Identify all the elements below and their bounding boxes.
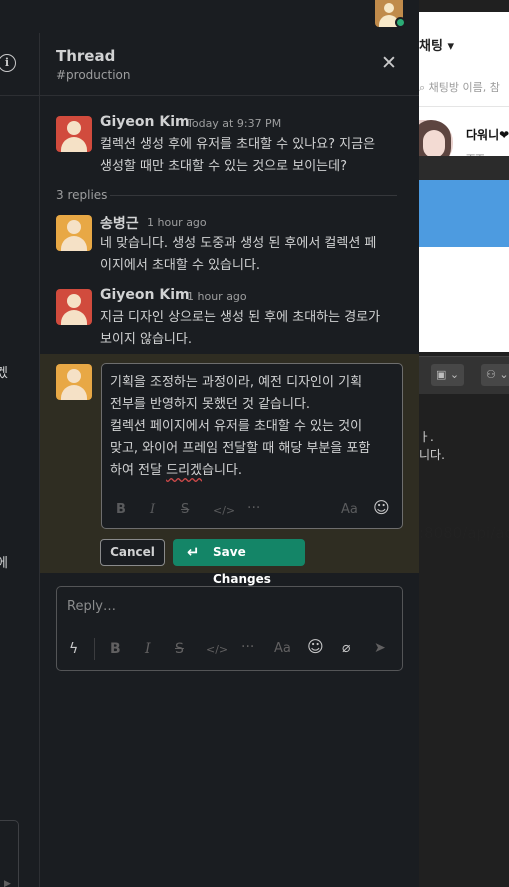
info-icon[interactable]: i (0, 54, 16, 72)
chat-name[interactable]: 다워니❤ (466, 126, 509, 143)
message-author[interactable]: Giyeon Kim (100, 114, 190, 130)
close-icon[interactable]: ✕ (378, 52, 400, 74)
message-text: 지금 디자인 상으로는 생성 된 후에 초대하는 경로가 보이지 않습니다. (100, 310, 381, 347)
replies-divider (110, 195, 397, 196)
attach-icon[interactable]: ⌀ (342, 640, 350, 656)
chat-list-divider (419, 106, 509, 107)
editor-toolbar: ▣ ⌄ ⚇ ⌄ (419, 356, 509, 394)
screen: { "left_pane": { "fragment_1": "겠", "fra… (0, 0, 509, 887)
italic-icon[interactable]: I (145, 641, 151, 657)
text-format-icon[interactable]: Aa (274, 641, 291, 657)
save-changes-label: Save Changes (213, 545, 271, 586)
emoji-icon[interactable]: ☺ (373, 500, 390, 516)
author-avatar[interactable] (56, 364, 92, 400)
cancel-button[interactable]: Cancel (100, 539, 165, 566)
message-text: 컬렉션 생성 후에 유저를 초대할 수 있나요? 지금은 생성할 때만 초대할 … (100, 137, 376, 174)
more-formatting-icon[interactable]: ··· (241, 639, 254, 655)
edit-message-text[interactable]: 기획을 조정하는 과정이라, 예전 디자인이 기획 전부를 반영하지 못했던 것… (110, 372, 394, 482)
presence-indicator (395, 17, 406, 28)
editor-text: 니다. (419, 448, 445, 462)
replies-count: 3 replies (56, 188, 108, 202)
left-pane: i 겠 에 ▶ (0, 33, 40, 887)
edit-message-area: 기획을 조정하는 과정이라, 예전 디자인이 기획 전부를 반영하지 못했던 것… (40, 354, 419, 586)
blue-banner (419, 180, 509, 247)
shortcuts-icon[interactable]: ϟ (69, 641, 78, 657)
message-timestamp[interactable]: Today at 9:37 PM (187, 117, 281, 130)
text-format-icon[interactable]: Aa (341, 502, 358, 518)
thread-title: Thread (56, 47, 116, 65)
reply-placeholder: Reply… (67, 599, 117, 614)
thread-channel[interactable]: #production (56, 68, 131, 82)
chat-list-panel: 채팅 ▾ ⌕ 채팅방 이름, 참 다워니❤ ㅜㅜ (419, 12, 509, 166)
reply-input[interactable]: Reply… ϟ B I S </> ··· Aa ☺ ⌀ ➤ (56, 586, 403, 671)
thread-header: Thread #production ✕ (40, 33, 419, 96)
message-text: 네 맞습니다. 생성 도중과 생성 된 후에서 컬렉션 페 이지에서 초대할 수… (100, 236, 377, 273)
code-icon[interactable]: </> (206, 642, 228, 658)
message-author[interactable]: 송병근 (100, 213, 139, 233)
message-author[interactable]: Giyeon Kim (100, 287, 190, 303)
thread-pane: Thread #production ✕ Giyeon Kim Today at… (40, 33, 419, 887)
browser-bar (419, 156, 509, 180)
chat-search-input[interactable]: ⌕ 채팅방 이름, 참 (419, 79, 500, 95)
more-formatting-icon[interactable]: ··· (247, 500, 260, 516)
author-avatar[interactable] (56, 215, 92, 251)
toolbar-divider (94, 638, 95, 660)
author-avatar[interactable] (56, 116, 92, 152)
strikethrough-icon[interactable]: S (181, 502, 189, 518)
send-icon[interactable]: ➤ (374, 640, 386, 656)
bold-icon[interactable]: B (116, 502, 126, 518)
strikethrough-icon[interactable]: S (175, 641, 184, 657)
save-changes-button[interactable]: ↵ Save Changes (173, 539, 305, 586)
message-timestamp[interactable]: 1 hour ago (187, 290, 247, 303)
code-icon[interactable]: </> (213, 503, 235, 519)
emoji-icon[interactable]: ☺ (307, 639, 324, 655)
url-text: :8080/api/ac (419, 524, 509, 542)
return-icon: ↵ (187, 543, 200, 561)
left-pane-composer[interactable]: ▶ (0, 820, 19, 887)
image-dropdown[interactable]: ▣ ⌄ (431, 364, 465, 386)
left-pane-text-fragment: 겠 (0, 366, 8, 381)
message-timestamp[interactable]: 1 hour ago (147, 216, 207, 229)
editor-text: ㅏ. (419, 430, 434, 444)
browser-content: :8080/api/ac (419, 247, 509, 542)
chat-list-title[interactable]: 채팅 ▾ (419, 35, 454, 54)
misspelled-word: 드리겠 (166, 463, 202, 478)
italic-icon[interactable]: I (150, 502, 155, 518)
author-avatar[interactable] (56, 289, 92, 325)
edit-message-input[interactable]: 기획을 조정하는 과정이라, 예전 디자인이 기획 전부를 반영하지 못했던 것… (101, 363, 403, 529)
bold-icon[interactable]: B (110, 641, 121, 657)
top-bar (0, 0, 419, 33)
left-pane-text-fragment: 에 (0, 556, 8, 571)
send-icon[interactable]: ▶ (4, 879, 11, 887)
left-pane-divider (0, 95, 40, 96)
background-browser-window: 채팅 ▾ ⌕ 채팅방 이름, 참 다워니❤ ㅜㅜ :8080/api/ac ▣ … (419, 0, 509, 887)
people-dropdown[interactable]: ⚇ ⌄ (481, 364, 509, 386)
